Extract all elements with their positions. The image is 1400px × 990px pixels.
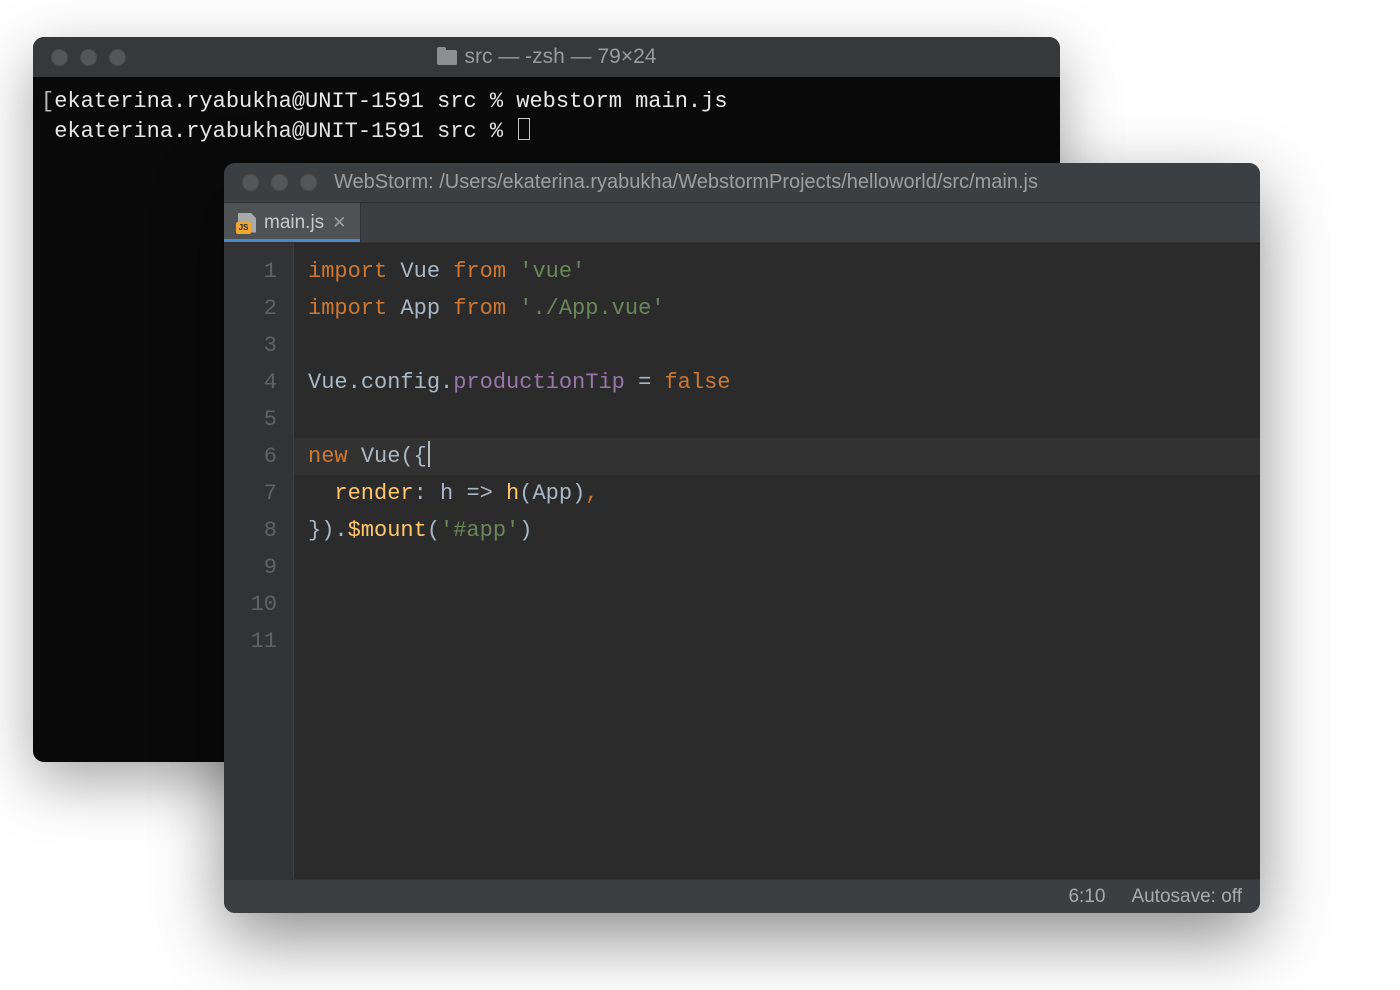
code-line: import Vue from 'vue' (308, 253, 1260, 290)
editor-area[interactable]: 1234567891011 import Vue from 'vue'impor… (224, 243, 1260, 879)
code-content[interactable]: import Vue from 'vue'import App from './… (294, 243, 1260, 879)
minimize-dot-icon[interactable] (271, 174, 288, 191)
terminal-line: ekaterina.ryabukha@UNIT-1591 src % (41, 117, 1052, 147)
ide-statusbar: 6:10 Autosave: off (224, 879, 1260, 913)
line-number: 5 (224, 401, 277, 438)
code-line: import App from './App.vue' (308, 290, 1260, 327)
line-number-gutter: 1234567891011 (224, 243, 294, 879)
line-number: 10 (224, 586, 277, 623)
terminal-cursor (518, 118, 530, 140)
cursor-position[interactable]: 6:10 (1068, 886, 1105, 908)
editor-tab-mainjs[interactable]: JS main.js ✕ (224, 203, 361, 242)
code-line: new Vue({ (294, 438, 1260, 475)
close-dot-icon[interactable] (51, 49, 68, 66)
ide-window: WebStorm: /Users/ekaterina.ryabukha/Webs… (224, 163, 1260, 913)
js-file-icon: JS (238, 213, 256, 233)
line-number: 1 (224, 253, 277, 290)
terminal-body[interactable]: [ekaterina.ryabukha@UNIT-1591 src % webs… (33, 77, 1060, 157)
line-number: 7 (224, 475, 277, 512)
code-line: }).$mount('#app') (308, 512, 1260, 549)
code-line (308, 327, 1260, 364)
editor-caret (428, 441, 430, 467)
line-number: 11 (224, 623, 277, 660)
code-line: render: h => h(App), (308, 475, 1260, 512)
maximize-dot-icon[interactable] (300, 174, 317, 191)
minimize-dot-icon[interactable] (80, 49, 97, 66)
terminal-titlebar[interactable]: src — -zsh — 79×24 (33, 37, 1060, 77)
code-line (308, 586, 1260, 623)
close-icon[interactable]: ✕ (332, 213, 346, 233)
line-number: 8 (224, 512, 277, 549)
line-number: 2 (224, 290, 277, 327)
autosave-status[interactable]: Autosave: off (1131, 886, 1242, 908)
maximize-dot-icon[interactable] (109, 49, 126, 66)
close-dot-icon[interactable] (242, 174, 259, 191)
code-line (308, 549, 1260, 586)
line-number: 3 (224, 327, 277, 364)
ide-titlebar[interactable]: WebStorm: /Users/ekaterina.ryabukha/Webs… (224, 163, 1260, 203)
code-line (308, 623, 1260, 660)
line-number: 4 (224, 364, 277, 401)
code-line: Vue.config.productionTip = false (308, 364, 1260, 401)
line-number: 6 (224, 438, 277, 475)
line-number: 9 (224, 549, 277, 586)
ide-title: WebStorm: /Users/ekaterina.ryabukha/Webs… (334, 171, 1252, 194)
folder-icon (437, 50, 457, 65)
tab-label: main.js (264, 212, 324, 234)
terminal-title: src — -zsh — 79×24 (465, 45, 657, 69)
code-line (308, 401, 1260, 438)
traffic-lights (224, 174, 317, 191)
terminal-line: [ekaterina.ryabukha@UNIT-1591 src % webs… (41, 87, 1052, 117)
ide-tabbar: JS main.js ✕ (224, 203, 1260, 243)
terminal-title-wrap: src — -zsh — 79×24 (33, 45, 1060, 69)
traffic-lights (33, 49, 126, 66)
